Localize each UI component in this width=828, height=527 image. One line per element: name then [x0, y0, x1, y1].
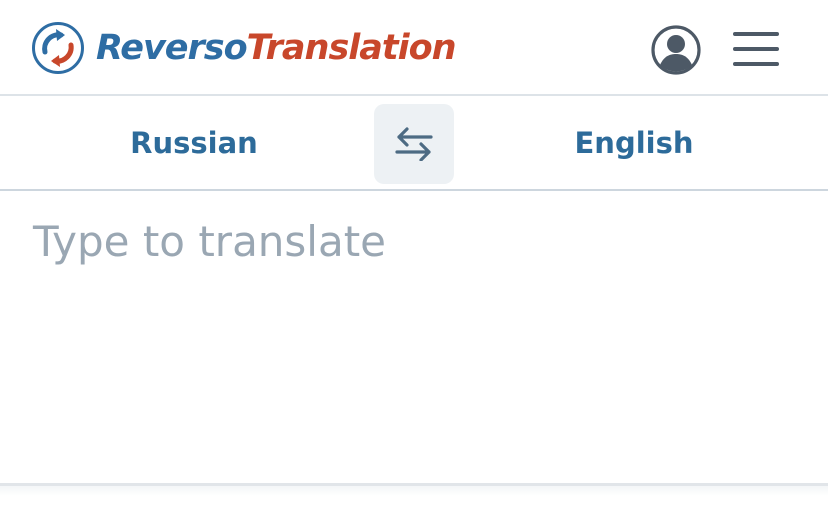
hamburger-menu-icon[interactable]	[733, 29, 779, 69]
brand-name: ReversoTranslation	[96, 21, 457, 75]
language-selector-bar: Russian English	[0, 96, 828, 191]
top-header: ReversoTranslation	[0, 0, 828, 96]
translator-app: ReversoTranslation Russian English	[0, 0, 828, 527]
source-text-input[interactable]	[0, 191, 828, 483]
user-account-icon[interactable]	[650, 24, 702, 76]
input-bottom-shadow	[0, 486, 828, 496]
brand-name-reverso: Reverso	[96, 28, 248, 68]
swap-arrows-icon	[395, 127, 433, 161]
reverso-swap-logo-icon	[32, 22, 84, 74]
reverso-logo-link[interactable]: ReversoTranslation	[31, 21, 457, 75]
target-language-selector[interactable]: English	[440, 96, 828, 189]
source-language-selector[interactable]: Russian	[0, 96, 388, 189]
brand-name-translation: Translation	[246, 28, 457, 68]
